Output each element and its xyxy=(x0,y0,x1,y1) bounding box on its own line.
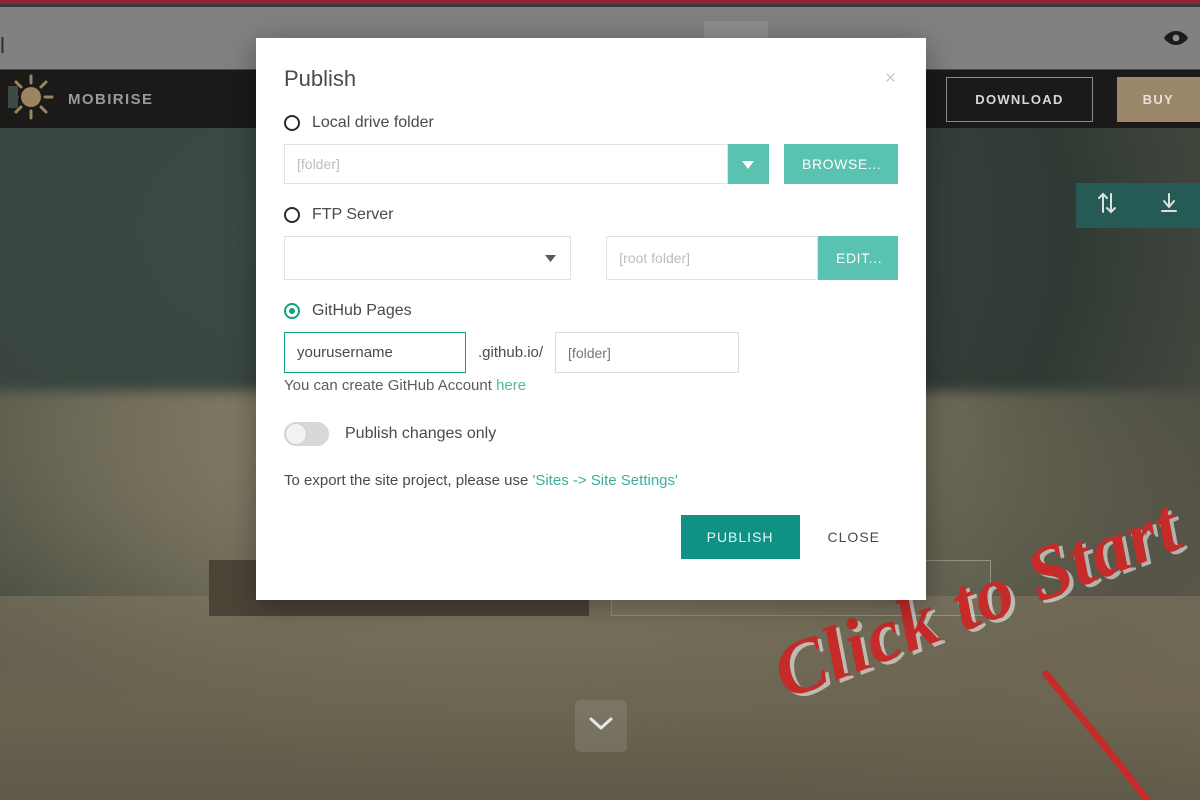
dialog-title: Publish xyxy=(284,66,357,91)
publish-changes-only-row: Publish changes only xyxy=(284,422,898,446)
download-button[interactable]: DOWNLOAD xyxy=(946,76,1093,122)
github-domain-suffix: .github.io/ xyxy=(478,344,544,361)
export-note-accent[interactable]: 'Sites -> Site Settings' xyxy=(532,472,677,489)
close-icon[interactable]: × xyxy=(879,68,902,89)
publish-changes-only-label: Publish changes only xyxy=(345,425,497,442)
publish-changes-only-toggle[interactable] xyxy=(284,422,329,446)
github-folder-input[interactable] xyxy=(555,332,740,373)
ftp-edit-button[interactable]: EDIT... xyxy=(818,236,898,280)
dialog-actions: PUBLISH CLOSE xyxy=(256,515,926,559)
local-drive-field-row: BROWSE... xyxy=(284,144,898,184)
option-github-pages-label: GitHub Pages xyxy=(312,302,412,319)
local-folder-dropdown-button[interactable] xyxy=(727,144,769,184)
option-ftp-server[interactable]: FTP Server xyxy=(284,206,898,224)
publish-dialog: Publish × Local drive folder BROWSE... xyxy=(256,38,926,600)
toolbar-left-text: l xyxy=(0,33,5,58)
github-account-hint: You can create GitHub Account here xyxy=(284,377,898,394)
buy-button[interactable]: BUY xyxy=(1116,76,1200,122)
radio-github-pages[interactable] xyxy=(284,303,300,319)
export-note-prefix: To export the site project, please use xyxy=(284,472,533,489)
option-local-drive-label: Local drive folder xyxy=(312,114,434,131)
download-icon[interactable] xyxy=(1158,191,1180,220)
sort-arrows-icon[interactable] xyxy=(1096,191,1118,220)
radio-local-drive[interactable] xyxy=(284,115,300,131)
chevron-down-icon xyxy=(588,716,614,737)
caret-down-icon xyxy=(545,249,557,267)
navbar-right: HELP DOWNLOAD BUY xyxy=(883,76,1200,122)
cancel-button[interactable]: CLOSE xyxy=(810,515,898,559)
browse-button[interactable]: BROWSE... xyxy=(784,144,898,184)
app-root: MOBIRISE HELP DOWNLOAD BUY F O Click any… xyxy=(0,0,1200,800)
local-folder-input[interactable] xyxy=(284,144,728,184)
github-field-row: .github.io/ xyxy=(284,332,898,373)
option-ftp-server-label: FTP Server xyxy=(312,206,394,223)
eye-icon xyxy=(1162,31,1190,51)
sun-logo-icon xyxy=(8,74,54,125)
preview-button[interactable] xyxy=(1162,29,1190,52)
option-local-drive[interactable]: Local drive folder xyxy=(284,114,898,132)
cta-arrow-icon xyxy=(1040,670,1200,800)
ftp-root-folder-input[interactable] xyxy=(606,236,818,280)
github-here-link[interactable]: here xyxy=(496,377,526,394)
ftp-server-select[interactable] xyxy=(284,236,572,280)
side-tool-bar xyxy=(1076,183,1200,228)
brand-label: MOBIRISE xyxy=(68,90,154,108)
caret-down-icon xyxy=(742,157,755,172)
dialog-header: Publish × xyxy=(256,38,926,92)
dialog-body: Local drive folder BROWSE... FTP Server xyxy=(256,92,926,489)
option-github-pages[interactable]: GitHub Pages xyxy=(284,302,898,320)
publish-button[interactable]: PUBLISH xyxy=(680,515,800,559)
toggle-knob xyxy=(285,423,307,445)
brand[interactable]: MOBIRISE xyxy=(8,74,153,125)
github-hint-text: You can create GitHub Account xyxy=(284,377,497,394)
export-note: To export the site project, please use '… xyxy=(284,472,898,489)
github-username-input[interactable] xyxy=(284,332,466,373)
scroll-down-button[interactable] xyxy=(575,700,627,752)
radio-ftp-server[interactable] xyxy=(284,207,300,223)
ftp-field-row: EDIT... xyxy=(284,236,898,280)
